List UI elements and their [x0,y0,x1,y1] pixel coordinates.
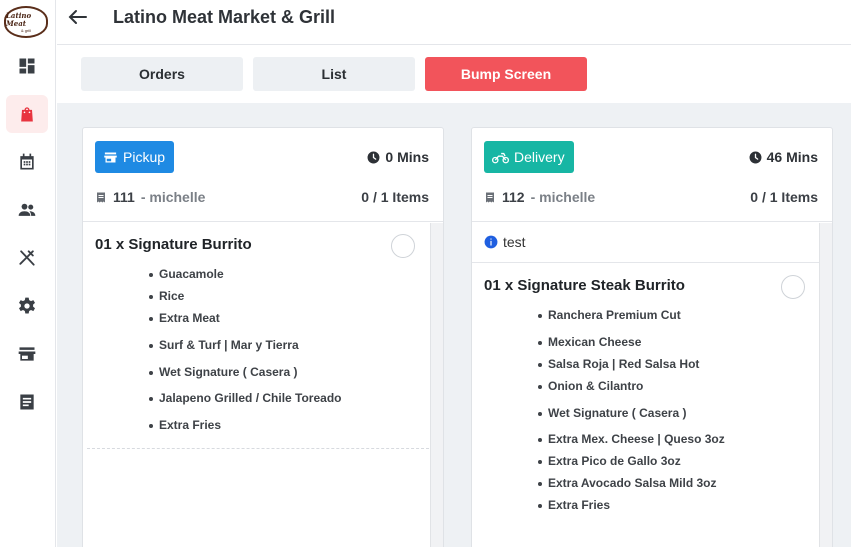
receipt-icon [486,192,494,202]
modifier-item: Extra Fries [536,498,832,512]
order-card: Delivery 46 Mins 112 - michelle 0 / 1 It… [471,127,833,547]
modifier-item: Wet Signature ( Casera ) [147,365,443,379]
modifier-item: Extra Meat [147,311,443,325]
view-tabs: Orders List Bump Screen [57,46,851,103]
order-info: 112 - michelle [484,189,595,205]
store-icon [18,347,36,361]
elapsed-time: 0 Mins [367,149,429,165]
clock-icon [749,151,762,163]
header: Latino Meat Market & Grill [57,0,851,45]
sidebar-item-people[interactable] [6,191,48,229]
order-info: 111 - michelle [95,189,205,205]
order-note-text: test [503,234,526,250]
modifier-item: Onion & Cilantro [536,379,832,393]
logo-text: Latino Meat [6,10,32,28]
modifier-item: Salsa Roja | Red Salsa Hot [536,357,832,371]
customer-name: - michelle [140,189,206,205]
order-type-badge: Delivery [484,141,574,173]
modifier-item: Extra Mex. Cheese | Queso 3oz [536,432,832,446]
sidebar-item-orders[interactable] [6,95,48,133]
modifier-item: Guacamole [147,267,443,281]
modifier-item: Extra Avocado Salsa Mild 3oz [536,476,832,490]
modifier-list: Ranchera Premium Cut Mexican Cheese Sals… [536,308,832,512]
item-title-text: 01 x Signature Burrito [95,236,252,253]
modifier-item: Ranchera Premium Cut [536,308,832,322]
utensils-icon [19,250,35,266]
dashboard-icon [19,58,35,74]
orders-board: Pickup 0 Mins 111 - michelle 0 / 1 Items… [57,103,851,547]
elapsed-time-value: 0 Mins [385,149,429,165]
elapsed-time: 46 Mins [749,149,818,165]
item-title: 01 x Signature Steak Burrito [484,277,832,294]
items-count: 0 / 1 Items [361,189,429,205]
sidebar-item-calendar[interactable] [6,143,48,181]
sidebar-item-store[interactable] [6,335,48,373]
info-icon [484,235,498,249]
modifier-item: Extra Pico de Gallo 3oz [536,454,832,468]
sidebar-item-settings[interactable] [6,287,48,325]
store-icon [104,152,117,162]
item-complete-checkbox[interactable] [391,234,415,258]
order-number: 111 [113,189,135,205]
tab-list[interactable]: List [253,57,415,91]
clock-icon [367,151,380,163]
modifier-item: Jalapeno Grilled / Chile Toreado [147,391,443,405]
motorcycle-icon [492,152,509,163]
sidebar-item-menu[interactable] [6,239,48,277]
order-type-label: Pickup [123,149,166,165]
calendar-icon [20,153,34,170]
order-note: test [472,222,832,263]
order-card: Pickup 0 Mins 111 - michelle 0 / 1 Items… [82,127,444,547]
sidebar-item-dashboard[interactable] [6,47,48,85]
item-complete-checkbox[interactable] [781,275,805,299]
people-icon [18,203,36,216]
shopping-bag-icon [21,107,33,122]
modifier-list: Guacamole Rice Extra Meat Surf & Turf | … [147,267,443,432]
item-divider [87,448,439,449]
modifier-item: Surf & Turf | Mar y Tierra [147,338,443,352]
card-scrollbar[interactable] [819,223,832,547]
tab-bump-screen[interactable]: Bump Screen [425,57,587,91]
back-arrow-icon[interactable] [67,7,89,27]
logo-subtext: & grill [20,27,31,33]
order-card-header: Delivery 46 Mins 112 - michelle 0 / 1 It… [472,128,832,222]
modifier-item: Wet Signature ( Casera ) [536,406,832,420]
document-icon [20,394,34,410]
sidebar: Latino Meat & grill [0,0,56,547]
receipt-icon [97,192,105,202]
elapsed-time-value: 46 Mins [766,149,818,165]
modifier-item: Mexican Cheese [536,335,832,349]
order-type-badge: Pickup [95,141,175,173]
modifier-item: Extra Fries [147,418,443,432]
items-count: 0 / 1 Items [750,189,818,205]
gear-icon [19,297,35,314]
page-title: Latino Meat Market & Grill [113,7,336,27]
tab-orders[interactable]: Orders [81,57,243,91]
modifier-item: Rice [147,289,443,303]
customer-name: - michelle [530,189,596,205]
item-title-text: 01 x Signature Steak Burrito [484,277,685,294]
order-number: 112 [502,189,525,205]
card-scrollbar[interactable] [430,223,443,547]
brand-logo[interactable]: Latino Meat & grill [4,6,48,38]
sidebar-item-reports[interactable] [6,383,48,421]
order-card-header: Pickup 0 Mins 111 - michelle 0 / 1 Items [83,128,443,222]
order-type-label: Delivery [514,149,565,165]
